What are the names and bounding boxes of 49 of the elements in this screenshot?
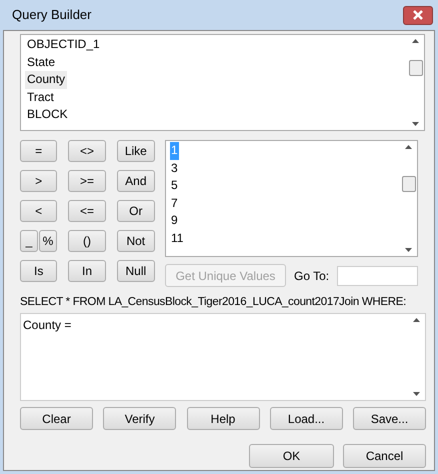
field-item[interactable]: BLOCK xyxy=(25,106,70,124)
goto-field[interactable] xyxy=(337,266,418,286)
action-button[interactable]: Help xyxy=(186,407,260,430)
dialog-button[interactable]: Cancel xyxy=(343,444,426,468)
scroll-up-icon[interactable] xyxy=(413,318,420,322)
field-item[interactable]: Tract xyxy=(25,88,56,106)
operator-button[interactable]: Like xyxy=(116,140,156,162)
action-button[interactable]: Save... xyxy=(353,407,426,430)
scroll-up-icon[interactable] xyxy=(412,39,419,43)
operator-button[interactable]: < xyxy=(20,200,58,222)
operator-button[interactable]: = xyxy=(20,140,58,162)
operator-button[interactable]: Null xyxy=(116,260,156,282)
scroll-down-icon[interactable] xyxy=(412,122,419,126)
operator-button[interactable]: % xyxy=(39,230,57,252)
goto-label: Go To: xyxy=(294,268,330,284)
value-item[interactable]: 7 xyxy=(170,194,179,212)
operator-button[interactable]: _ xyxy=(20,230,38,252)
window-title: Query Builder xyxy=(12,6,92,24)
operator-button[interactable]: () xyxy=(68,230,106,252)
scroll-down-icon[interactable] xyxy=(413,392,420,396)
field-item[interactable]: OBJECTID_1 xyxy=(25,36,102,54)
action-button[interactable]: Verify xyxy=(103,407,176,430)
query-label: SELECT * FROM LA_CensusBlock_Tiger2016_LUCA_count2017Join WHERE: xyxy=(20,295,408,310)
operator-button[interactable]: > xyxy=(20,170,58,192)
close-icon xyxy=(413,10,423,20)
action-button[interactable]: Load... xyxy=(270,407,343,430)
dialog-button[interactable]: OK xyxy=(249,444,334,468)
scroll-thumb[interactable] xyxy=(408,60,422,76)
value-item[interactable]: 3 xyxy=(170,160,179,177)
value-item[interactable]: 9 xyxy=(170,212,179,230)
value-item[interactable]: 5 xyxy=(170,177,179,194)
operator-button[interactable]: And xyxy=(116,170,156,192)
scroll-up-icon[interactable] xyxy=(405,145,412,149)
scroll-down-icon[interactable] xyxy=(405,248,412,252)
operator-button[interactable]: <> xyxy=(68,140,106,162)
action-button[interactable]: Clear xyxy=(20,407,93,430)
scroll-thumb[interactable] xyxy=(402,176,416,192)
close-button[interactable] xyxy=(403,6,433,24)
operator-button[interactable]: Not xyxy=(116,230,155,252)
query-field[interactable]: County = xyxy=(20,313,426,402)
field-item[interactable]: County xyxy=(25,71,68,88)
operator-button[interactable]: >= xyxy=(68,170,106,192)
value-item[interactable]: 11 xyxy=(170,230,184,247)
operator-button[interactable]: In xyxy=(68,260,106,282)
operator-button[interactable]: Or xyxy=(116,200,156,222)
operator-button[interactable]: Is xyxy=(20,260,58,282)
query-text: County = xyxy=(22,317,72,334)
operator-button[interactable]: <= xyxy=(68,200,106,222)
field-item[interactable]: State xyxy=(25,54,58,71)
